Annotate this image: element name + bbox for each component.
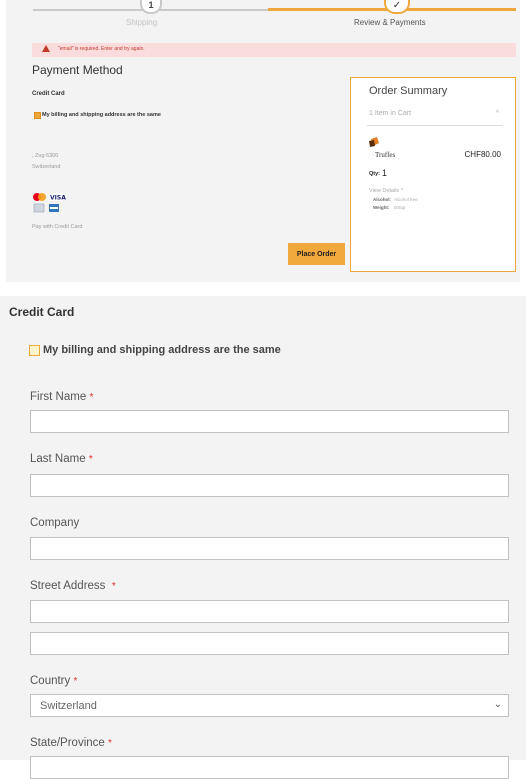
view-details-label: View Details	[369, 188, 400, 194]
svg-text:VISA: VISA	[50, 195, 66, 202]
state-province-label: State/Province *	[30, 737, 112, 749]
company-label: Company	[30, 517, 80, 529]
generic-card-icon	[33, 203, 45, 213]
visa-icon: VISA	[49, 193, 66, 202]
product-thumbnail-icon	[369, 137, 379, 147]
option-value: 500gr	[394, 205, 406, 210]
checkout-top-panel: 1 ✓ Shipping Review & Payments "email" i…	[6, 0, 520, 282]
last-name-field[interactable]	[30, 474, 509, 497]
mastercard-icon	[33, 193, 46, 201]
qty-value: 1	[382, 168, 388, 178]
same-address-label[interactable]: My billing and shipping address are the …	[43, 344, 281, 356]
qty-label: Qty:	[369, 171, 380, 177]
country-label: Country *	[30, 675, 78, 687]
required-mark: *	[89, 392, 94, 403]
payment-method-title: Payment Method	[32, 63, 123, 77]
chevron-up-icon: ^	[400, 188, 404, 194]
same-address-checkbox[interactable]	[29, 345, 40, 356]
street-address-line1-field[interactable]	[30, 600, 509, 623]
country-selected-value: Switzerland	[40, 700, 97, 712]
warning-icon	[42, 45, 50, 52]
option-label: Alcohol:	[373, 197, 391, 202]
street-address-label: Street Address *	[30, 580, 116, 592]
billing-address-line: , Zug 6300	[32, 153, 59, 159]
state-province-select[interactable]	[30, 756, 509, 779]
pay-with-card-label: Pay with Credit Card	[32, 224, 83, 230]
payment-method-credit-card[interactable]: Credit Card	[32, 91, 65, 97]
street-address-line2-field[interactable]	[30, 632, 509, 655]
last-name-label: Last Name *	[30, 453, 93, 465]
required-mark: *	[73, 676, 78, 687]
divider	[367, 125, 503, 126]
country-select[interactable]: Switzerland ⌄	[30, 694, 509, 717]
amex-icon	[49, 204, 59, 212]
chevron-down-icon: ⌄	[493, 699, 502, 710]
checkbox-icon[interactable]	[34, 112, 41, 119]
credit-card-section-title: Credit Card	[9, 305, 75, 319]
place-order-button[interactable]: Place Order	[288, 243, 345, 265]
check-icon: ✓	[384, 0, 410, 14]
first-name-label: First Name *	[30, 391, 94, 403]
step-review-label: Review & Payments	[354, 18, 426, 27]
option-value: Alcohol free	[394, 197, 418, 202]
error-message: "email" is required. Enter and try again…	[32, 43, 516, 57]
product-price: CHF80.00	[464, 150, 501, 159]
option-label: Weight:	[373, 205, 390, 210]
required-mark: *	[88, 454, 93, 465]
company-field[interactable]	[30, 537, 509, 560]
chevron-up-icon[interactable]: ^	[496, 110, 499, 117]
billing-form-panel: Credit Card My billing and shipping addr…	[0, 296, 526, 779]
order-summary-title: Order Summary	[369, 85, 448, 97]
items-in-cart-toggle[interactable]: 1 Item in Cart	[369, 110, 411, 117]
first-name-field[interactable]	[30, 410, 509, 433]
step-shipping-label[interactable]: Shipping	[126, 18, 157, 27]
same-address-label[interactable]: My billing and shipping address are the …	[42, 112, 161, 118]
error-text: "email" is required. Enter and try again…	[58, 46, 145, 52]
required-mark: *	[108, 738, 112, 749]
billing-address-country: Switzerland	[32, 164, 61, 170]
required-mark: *	[111, 581, 116, 592]
order-summary: Order Summary 1 Item in Cart ^ Truffes C…	[350, 77, 516, 272]
card-brands: VISA	[33, 193, 66, 213]
view-details-toggle[interactable]: View Details ^	[369, 188, 403, 194]
step-shipping-number[interactable]: 1	[140, 0, 162, 14]
product-name: Truffes	[375, 151, 396, 159]
